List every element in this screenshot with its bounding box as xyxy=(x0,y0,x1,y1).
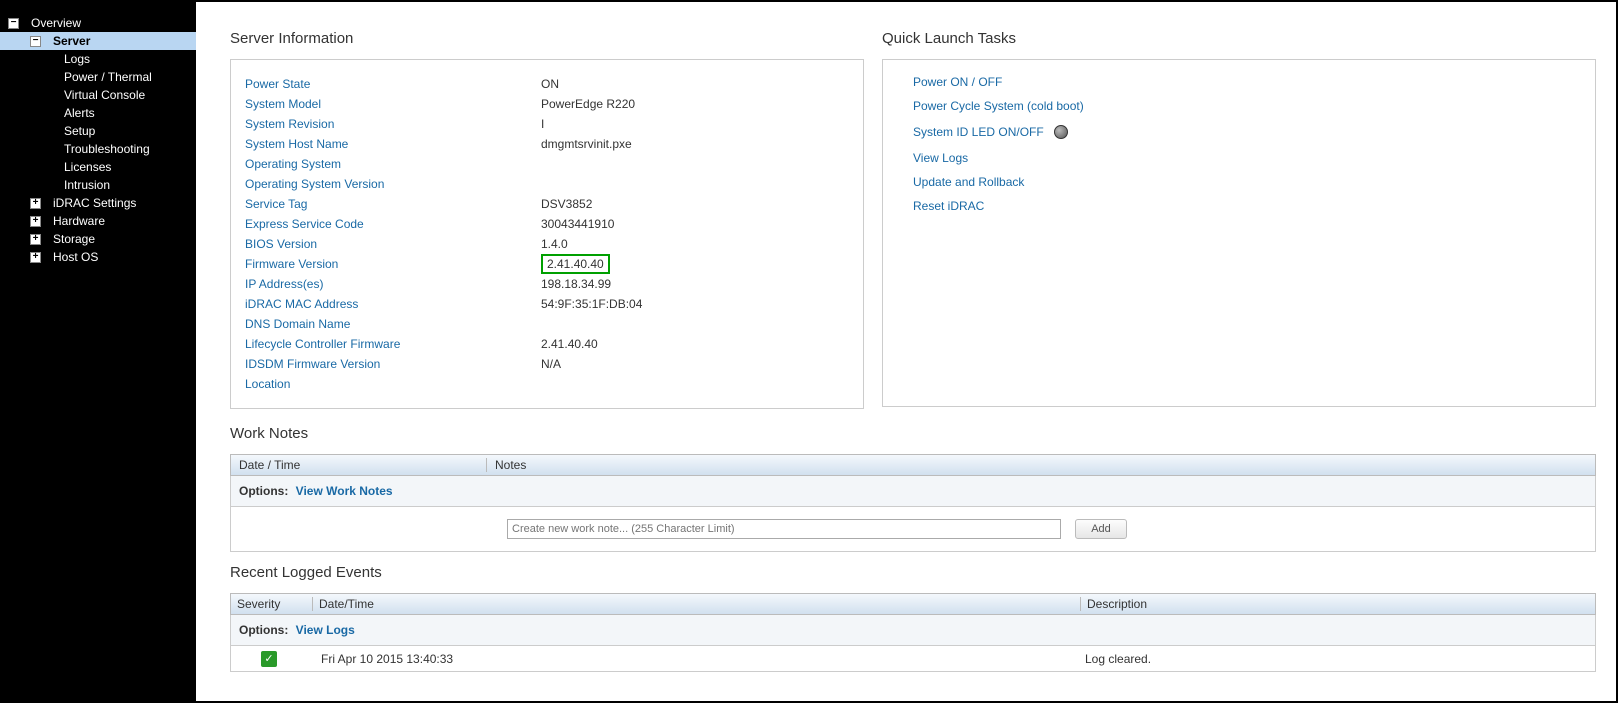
view-logs-link[interactable]: View Logs xyxy=(913,151,968,165)
work-notes-col-notes: Notes xyxy=(487,458,526,472)
work-notes-input-row: Add xyxy=(230,507,1596,552)
event-description: Log cleared. xyxy=(1079,652,1151,666)
work-note-input[interactable] xyxy=(507,519,1061,539)
mac-address-value: 54:9F:35:1F:DB:04 xyxy=(541,297,642,311)
bios-version-label[interactable]: BIOS Version xyxy=(245,237,541,251)
nav-power-thermal[interactable]: Power / Thermal xyxy=(0,68,196,86)
server-info-title: Server Information xyxy=(230,30,864,47)
nav-server[interactable]: − Server xyxy=(0,32,196,50)
lifecycle-firmware-label[interactable]: Lifecycle Controller Firmware xyxy=(245,337,541,351)
nav-idrac-settings[interactable]: + iDRAC Settings xyxy=(0,194,196,212)
nav-virtual-console[interactable]: Virtual Console xyxy=(0,86,196,104)
reset-idrac-link[interactable]: Reset iDRAC xyxy=(913,199,984,213)
events-header: Severity Date/Time Description xyxy=(230,593,1596,615)
expand-icon[interactable]: + xyxy=(30,252,41,263)
host-name-label[interactable]: System Host Name xyxy=(245,137,541,151)
service-tag-value: DSV3852 xyxy=(541,197,592,211)
firmware-version-label[interactable]: Firmware Version xyxy=(245,257,541,271)
idsdm-firmware-value: N/A xyxy=(541,357,561,371)
expand-icon[interactable]: + xyxy=(30,198,41,209)
event-datetime: Fri Apr 10 2015 13:40:33 xyxy=(311,652,1079,666)
system-revision-value: I xyxy=(541,117,544,131)
led-indicator-icon xyxy=(1054,125,1068,139)
events-options: Options: View Logs xyxy=(230,615,1596,646)
nav-logs[interactable]: Logs xyxy=(0,50,196,68)
system-model-value: PowerEdge R220 xyxy=(541,97,635,111)
view-logs-link[interactable]: View Logs xyxy=(296,623,355,637)
location-label[interactable]: Location xyxy=(245,377,541,391)
idsdm-firmware-label[interactable]: IDSDM Firmware Version xyxy=(245,357,541,371)
sidebar-nav: − Overview − Server Logs Power / Thermal… xyxy=(0,0,196,703)
nav-storage[interactable]: + Storage xyxy=(0,230,196,248)
nav-troubleshooting[interactable]: Troubleshooting xyxy=(0,140,196,158)
view-work-notes-link[interactable]: View Work Notes xyxy=(296,484,393,498)
options-label: Options: xyxy=(239,484,288,498)
ip-address-label[interactable]: IP Address(es) xyxy=(245,277,541,291)
dns-domain-label[interactable]: DNS Domain Name xyxy=(245,317,541,331)
nav-overview[interactable]: − Overview xyxy=(0,14,196,32)
options-label: Options: xyxy=(239,623,288,637)
lifecycle-firmware-value: 2.41.40.40 xyxy=(541,337,598,351)
os-version-label[interactable]: Operating System Version xyxy=(245,177,541,191)
ok-status-icon: ✓ xyxy=(261,651,277,667)
power-state-value: ON xyxy=(541,77,559,91)
work-notes-options: Options: View Work Notes xyxy=(230,476,1596,507)
power-cycle-link[interactable]: Power Cycle System (cold boot) xyxy=(913,99,1084,113)
collapse-icon[interactable]: − xyxy=(8,18,19,29)
events-col-severity: Severity xyxy=(231,597,313,611)
expand-icon[interactable]: + xyxy=(30,234,41,245)
main-content: Server Information Power StateON System … xyxy=(196,0,1618,703)
server-info-box: Power StateON System ModelPowerEdge R220… xyxy=(230,59,864,409)
service-tag-label[interactable]: Service Tag xyxy=(245,197,541,211)
event-row: ✓ Fri Apr 10 2015 13:40:33 Log cleared. xyxy=(230,646,1596,672)
collapse-icon[interactable]: − xyxy=(30,36,41,47)
quick-launch-title: Quick Launch Tasks xyxy=(882,30,1596,47)
work-notes-header: Date / Time Notes xyxy=(230,454,1596,476)
add-button[interactable]: Add xyxy=(1075,519,1127,539)
system-id-led-link[interactable]: System ID LED ON/OFF xyxy=(913,125,1044,139)
quick-launch-box: Power ON / OFF Power Cycle System (cold … xyxy=(882,59,1596,407)
express-code-label[interactable]: Express Service Code xyxy=(245,217,541,231)
nav-licenses[interactable]: Licenses xyxy=(0,158,196,176)
power-state-label[interactable]: Power State xyxy=(245,77,541,91)
expand-icon[interactable]: + xyxy=(30,216,41,227)
nav-setup[interactable]: Setup xyxy=(0,122,196,140)
system-model-label[interactable]: System Model xyxy=(245,97,541,111)
nav-hardware[interactable]: + Hardware xyxy=(0,212,196,230)
update-rollback-link[interactable]: Update and Rollback xyxy=(913,175,1024,189)
events-col-datetime: Date/Time xyxy=(313,597,1081,611)
os-label[interactable]: Operating System xyxy=(245,157,541,171)
work-notes-title: Work Notes xyxy=(230,425,1596,442)
events-col-description: Description xyxy=(1081,597,1147,611)
nav-host-os[interactable]: + Host OS xyxy=(0,248,196,266)
ip-address-value: 198.18.34.99 xyxy=(541,277,611,291)
express-code-value: 30043441910 xyxy=(541,217,614,231)
power-onoff-link[interactable]: Power ON / OFF xyxy=(913,75,1002,89)
nav-alerts[interactable]: Alerts xyxy=(0,104,196,122)
host-name-value: dmgmtsrvinit.pxe xyxy=(541,137,632,151)
firmware-version-value: 2.41.40.40 xyxy=(541,254,610,274)
nav-intrusion[interactable]: Intrusion xyxy=(0,176,196,194)
bios-version-value: 1.4.0 xyxy=(541,237,568,251)
mac-address-label[interactable]: iDRAC MAC Address xyxy=(245,297,541,311)
recent-events-title: Recent Logged Events xyxy=(230,564,1596,581)
system-revision-label[interactable]: System Revision xyxy=(245,117,541,131)
work-notes-col-datetime: Date / Time xyxy=(231,458,487,472)
